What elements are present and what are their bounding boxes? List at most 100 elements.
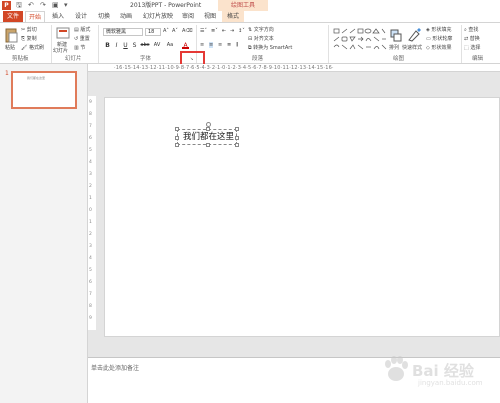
ribbon: 粘贴 ✂ 剪切 ⎘ 复制 🖌 格式刷 剪贴板 新建 幻灯片 ▤ 版式 ↺ 重置 … xyxy=(0,22,500,64)
paste-label[interactable]: 粘贴 xyxy=(5,45,15,51)
quick-styles-icon[interactable] xyxy=(407,28,421,42)
shape-effects-label: 形状效果 xyxy=(431,45,452,51)
copy-button[interactable]: ⎘ 复制 xyxy=(21,36,37,42)
textbox-text[interactable]: 我们都在这里 xyxy=(183,132,234,143)
vertical-ruler-number: 3 xyxy=(89,244,92,249)
section-label: 节 xyxy=(80,45,86,51)
tab-home[interactable]: 开始 xyxy=(25,11,45,22)
select-button[interactable]: ⬚ 选择 xyxy=(464,45,480,51)
section-button[interactable]: ▥ 节 xyxy=(74,45,85,51)
save-icon[interactable]: 🖫 xyxy=(16,1,22,10)
watermark-subtext: jingyan.baidu.com xyxy=(418,379,483,387)
font-name-combo[interactable]: 微软雅黑 xyxy=(103,28,143,36)
slide-canvas[interactable]: 我们都在这里 xyxy=(104,97,500,337)
tab-slideshow[interactable]: 幻灯片放映 xyxy=(140,11,176,22)
paragraph-group-label: 段落 xyxy=(252,56,264,62)
new-slide-icon[interactable] xyxy=(56,27,70,40)
resize-handle[interactable] xyxy=(175,136,179,140)
start-slideshow-icon[interactable]: ▣ xyxy=(52,1,59,10)
arrange-icon[interactable] xyxy=(390,29,402,43)
align-left-icon[interactable]: ≡ xyxy=(200,42,204,48)
resize-handle[interactable] xyxy=(175,127,179,131)
shadow-button[interactable]: S xyxy=(131,42,138,49)
selected-textbox[interactable]: 我们都在这里 xyxy=(175,122,239,147)
vertical-ruler-number: 6 xyxy=(89,136,92,141)
align-text-button[interactable]: ⊟ 对齐文本 xyxy=(248,36,274,42)
reset-button[interactable]: ↺ 重置 xyxy=(74,36,90,42)
vertical-ruler-number: 7 xyxy=(89,124,92,129)
shape-fill-button[interactable]: ◈ 形状填充 xyxy=(426,27,451,33)
drawing-group-label: 绘图 xyxy=(393,56,405,62)
shapes-gallery-icon[interactable] xyxy=(332,27,388,53)
font-color-button[interactable]: A xyxy=(182,42,189,49)
align-center-icon[interactable]: ≡ xyxy=(209,42,214,48)
resize-handle[interactable] xyxy=(206,143,210,147)
shrink-font-icon[interactable]: A˅ xyxy=(172,28,178,34)
new-slide-label-2[interactable]: 幻灯片 xyxy=(53,48,68,54)
cut-button[interactable]: ✂ 剪切 xyxy=(21,27,37,33)
tab-review[interactable]: 审阅 xyxy=(178,11,198,22)
bullets-icon[interactable]: ☰˅ xyxy=(200,28,207,34)
resize-handle[interactable] xyxy=(235,127,239,131)
vertical-ruler-number: 4 xyxy=(89,256,92,261)
strikethrough-button[interactable]: abc xyxy=(140,42,150,49)
vertical-ruler-number: 8 xyxy=(89,304,92,309)
slide-thumbnail[interactable]: 我们都在这里 xyxy=(11,71,77,109)
resize-handle[interactable] xyxy=(206,127,210,131)
columns-icon[interactable]: ⫼ xyxy=(236,42,238,48)
convert-smartart-button[interactable]: ⧉ 转换为 SmartArt xyxy=(248,45,292,51)
group-divider xyxy=(98,25,99,63)
change-case-button[interactable]: Aa xyxy=(165,42,175,49)
tab-view[interactable]: 视图 xyxy=(200,11,220,22)
character-spacing-button[interactable]: AV xyxy=(152,42,162,49)
vertical-ruler-number: 1 xyxy=(89,220,92,225)
shape-effects-button[interactable]: ◇ 形状效果 xyxy=(426,45,451,51)
tab-animations[interactable]: 动画 xyxy=(116,11,136,22)
customize-qat-icon[interactable]: ▾ xyxy=(64,1,68,10)
vertical-ruler-number: 1 xyxy=(89,196,92,201)
find-button[interactable]: ⌕ 查找 xyxy=(464,27,478,33)
numbering-icon[interactable]: ≣˅ xyxy=(211,28,218,34)
vertical-ruler-number: 8 xyxy=(89,112,92,117)
vertical-ruler-number: 2 xyxy=(89,232,92,237)
bold-button[interactable]: B xyxy=(104,42,111,49)
group-divider xyxy=(461,25,462,63)
align-right-icon[interactable]: ≡ xyxy=(218,42,222,48)
increase-indent-icon[interactable]: ⇥ xyxy=(230,28,234,34)
tab-format[interactable]: 格式 xyxy=(222,11,244,22)
underline-button[interactable]: U xyxy=(122,42,129,49)
line-spacing-icon[interactable]: ↕˅ xyxy=(238,28,245,34)
resize-handle[interactable] xyxy=(175,143,179,147)
arrange-label[interactable]: 排列 xyxy=(389,45,399,51)
grow-font-icon[interactable]: A˄ xyxy=(163,28,169,34)
format-painter-button[interactable]: 🖌 格式刷 xyxy=(21,45,44,51)
tab-file[interactable]: 文件 xyxy=(3,11,23,22)
resize-handle[interactable] xyxy=(235,143,239,147)
quick-styles-label[interactable]: 快速样式 xyxy=(402,45,422,51)
resize-handle[interactable] xyxy=(235,136,239,140)
editing-group-label: 编辑 xyxy=(472,56,484,62)
undo-icon[interactable]: ↶ xyxy=(28,1,34,10)
vertical-ruler-number: 2 xyxy=(89,184,92,189)
find-label: 查找 xyxy=(468,27,479,33)
convert-smartart-label: 转换为 SmartArt xyxy=(253,45,293,51)
vertical-ruler-number: 0 xyxy=(89,208,92,213)
justify-icon[interactable]: ≣ xyxy=(227,42,231,48)
shape-fill-label: 形状填充 xyxy=(431,27,452,33)
paste-icon[interactable] xyxy=(4,27,18,43)
tab-insert[interactable]: 插入 xyxy=(48,11,68,22)
layout-button[interactable]: ▤ 版式 xyxy=(74,27,90,33)
tab-transitions[interactable]: 切换 xyxy=(94,11,114,22)
shape-outline-button[interactable]: ▭ 形状轮廓 xyxy=(426,36,452,42)
vertical-ruler-number: 9 xyxy=(89,316,92,321)
font-size-combo[interactable]: 18 xyxy=(145,28,161,36)
decrease-indent-icon[interactable]: ⇤ xyxy=(222,28,226,34)
notes-placeholder[interactable]: 单击此处添加备注 xyxy=(91,363,139,372)
format-painter-label: 格式刷 xyxy=(28,45,44,51)
italic-button[interactable]: I xyxy=(113,42,120,49)
text-direction-button[interactable]: ⇅ 文字方向 xyxy=(248,27,274,33)
tab-design[interactable]: 设计 xyxy=(71,11,91,22)
clear-formatting-icon[interactable]: A⌫ xyxy=(182,28,193,34)
replace-button[interactable]: ⇄ 替换 xyxy=(464,36,480,42)
redo-icon[interactable]: ↷ xyxy=(40,1,46,10)
